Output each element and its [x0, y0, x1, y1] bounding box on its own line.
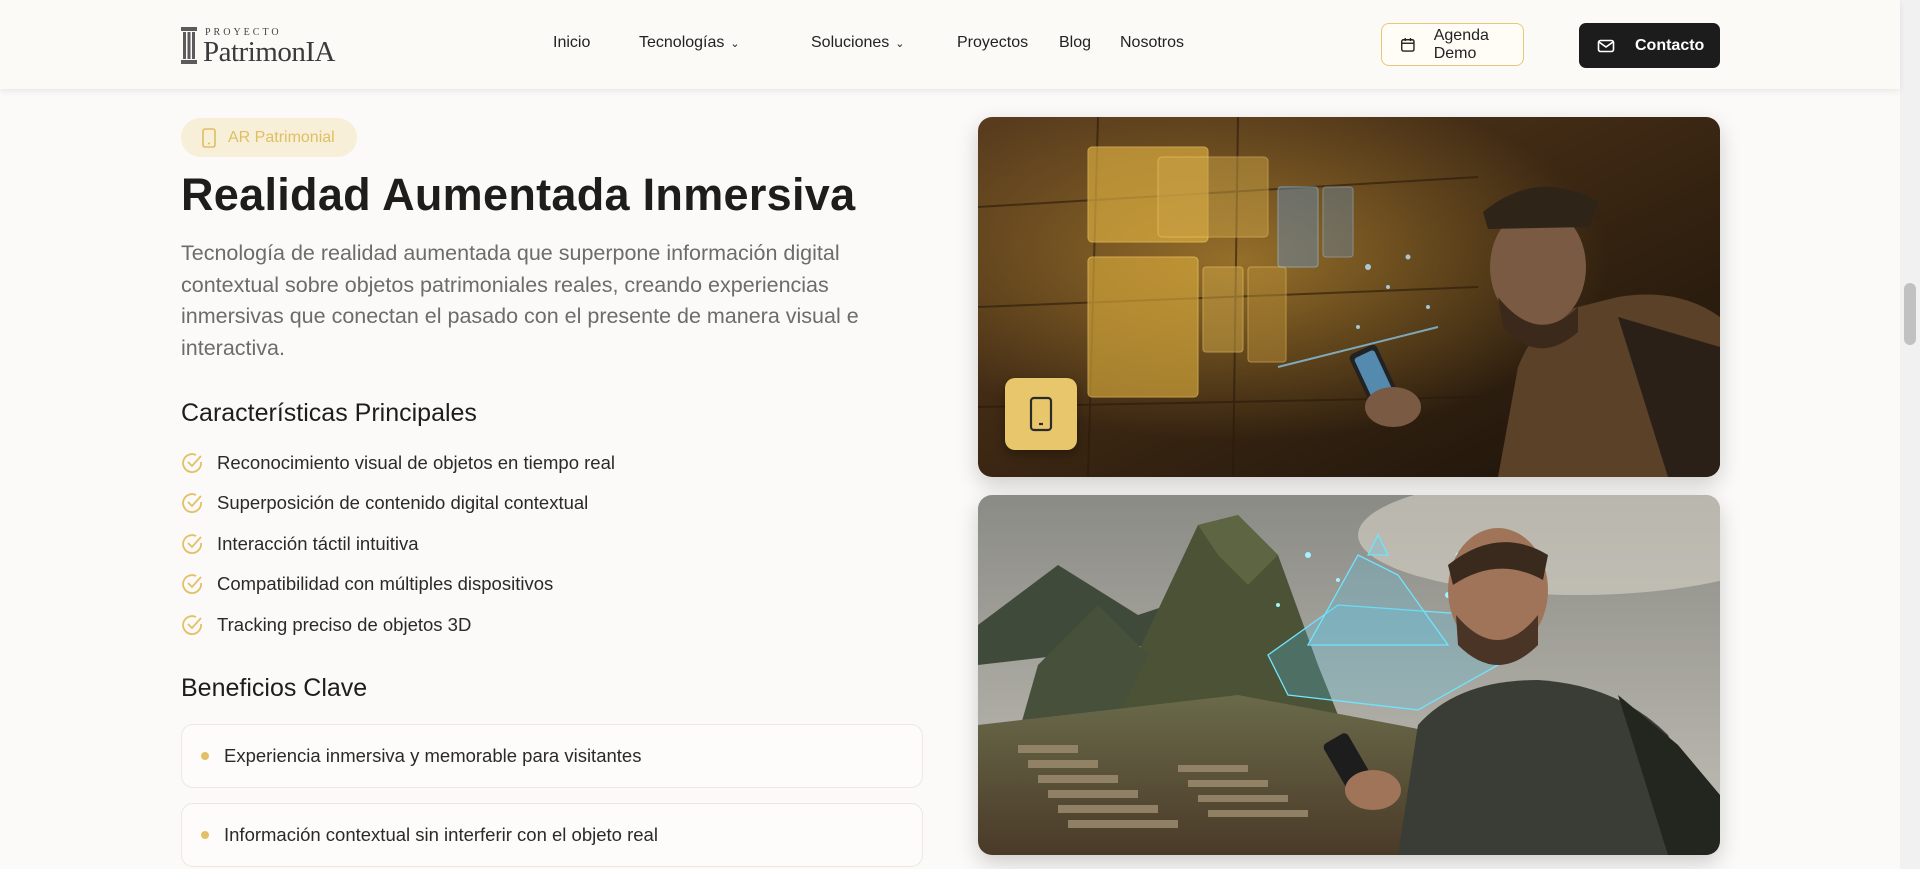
- site-header: PROYECTO PatrimonIA Inicio Tecnologías ⌄…: [0, 0, 1900, 89]
- page-title: Realidad Aumentada Inmersiva: [181, 169, 856, 220]
- scrollbar-thumb[interactable]: [1904, 283, 1916, 345]
- page-description: Tecnología de realidad aumentada que sup…: [181, 241, 859, 360]
- chevron-down-icon: ⌄: [730, 37, 740, 50]
- feature-item: Superposición de contenido digital conte…: [181, 492, 588, 514]
- benefits-heading: Beneficios Clave: [181, 674, 368, 702]
- benefit-card: Experiencia inmersiva y memorable para v…: [181, 724, 923, 788]
- contacto-label: Contacto: [1635, 36, 1705, 54]
- agenda-demo-label: Agenda Demo: [1433, 26, 1489, 62]
- check-circle-icon: [182, 493, 202, 513]
- smartphone-icon: [1029, 396, 1053, 432]
- feature-label: Superposición de contenido digital conte…: [217, 492, 589, 513]
- nav-label: Blog: [1059, 34, 1092, 51]
- check-circle-icon: [182, 453, 202, 473]
- column-logo-icon: [181, 27, 197, 64]
- smartphone-icon: [202, 127, 216, 148]
- bullet-dot-icon: [201, 831, 209, 839]
- chevron-down-icon: ⌄: [895, 37, 905, 50]
- feature-item: Reconocimiento visual de objetos en tiem…: [181, 452, 615, 474]
- check-circle-icon: [182, 574, 202, 594]
- nav-tecnologias[interactable]: Tecnologías ⌄: [639, 34, 740, 52]
- feature-item: Compatibilidad con múltiples dispositivo…: [181, 573, 553, 595]
- nav-label: Soluciones: [811, 34, 890, 51]
- nav-nosotros[interactable]: Nosotros: [1120, 34, 1184, 52]
- check-circle-icon: [182, 615, 202, 635]
- feature-label: Interacción táctil intuitiva: [217, 533, 419, 554]
- scrollbar-track[interactable]: [1900, 0, 1920, 869]
- check-circle-icon: [182, 534, 202, 554]
- feature-label: Compatibilidad con múltiples dispositivo…: [217, 573, 554, 594]
- bullet-dot-icon: [201, 752, 209, 760]
- nav-label: Inicio: [553, 34, 591, 51]
- nav-soluciones[interactable]: Soluciones ⌄: [811, 34, 905, 52]
- feature-item: Tracking preciso de objetos 3D: [181, 614, 471, 636]
- benefit-label: Experiencia inmersiva y memorable para v…: [224, 745, 642, 766]
- ar-museum-image: [978, 117, 1720, 477]
- ar-patrimonial-badge: AR Patrimonial: [181, 118, 357, 157]
- feature-label: Reconocimiento visual de objetos en tiem…: [217, 452, 615, 473]
- mail-icon: [1597, 39, 1615, 52]
- nav-blog[interactable]: Blog: [1059, 34, 1091, 52]
- nav-label: Nosotros: [1120, 34, 1185, 51]
- feature-label: Tracking preciso de objetos 3D: [217, 614, 472, 635]
- calendar-icon: [1401, 37, 1415, 52]
- benefit-label: Información contextual sin interferir co…: [224, 824, 658, 845]
- benefit-card: Información contextual sin interferir co…: [181, 803, 923, 867]
- smartphone-icon-tile: [1005, 378, 1077, 450]
- nav-inicio[interactable]: Inicio: [553, 34, 590, 52]
- ar-machu-picchu-image: [978, 495, 1720, 855]
- feature-item: Interacción táctil intuitiva: [181, 533, 419, 555]
- nav-label: Proyectos: [957, 34, 1029, 51]
- features-heading: Características Principales: [181, 399, 477, 427]
- logo[interactable]: PROYECTO PatrimonIA: [181, 24, 383, 68]
- logo-title: PatrimonIA: [203, 36, 335, 68]
- agenda-demo-button[interactable]: Agenda Demo: [1381, 23, 1524, 66]
- nav-label: Tecnologías: [639, 34, 725, 51]
- nav-proyectos[interactable]: Proyectos: [957, 34, 1028, 52]
- badge-label: AR Patrimonial: [228, 128, 335, 146]
- contacto-button[interactable]: Contacto: [1579, 23, 1720, 68]
